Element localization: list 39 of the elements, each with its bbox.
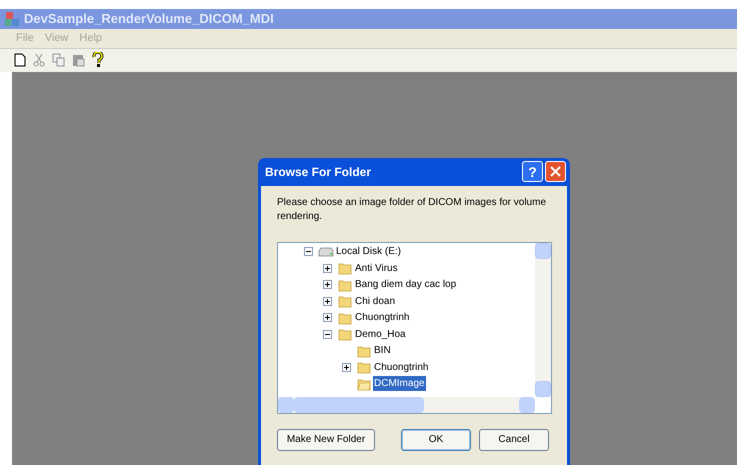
dialog-button[interactable]: Cancel: [479, 428, 549, 450]
close-icon: [550, 166, 561, 177]
folder-icon: [338, 278, 352, 292]
collapse-box[interactable]: [323, 330, 332, 339]
help-button[interactable]: ?: [522, 161, 543, 182]
dialog-button[interactable]: OK: [401, 428, 471, 450]
folder-icon: [357, 376, 371, 391]
new-document-icon[interactable]: [14, 53, 26, 67]
tree-item[interactable]: Chi doan: [354, 294, 396, 309]
help-icon[interactable]: [92, 52, 104, 68]
expand-box[interactable]: [323, 313, 332, 322]
folder-icon: [357, 344, 371, 358]
folder-icon: [338, 310, 352, 325]
tree-item[interactable]: Anti Virus: [354, 260, 399, 276]
tree-item[interactable]: Chuongtrinh: [373, 360, 430, 375]
instruction-text: Please choose an image folder of DICOM images for volume rendering.: [277, 196, 547, 224]
expand-box[interactable]: [323, 296, 332, 306]
expand-box[interactable]: [342, 362, 351, 372]
tree-item[interactable]: Chuongtrinh: [354, 310, 410, 326]
tree-item[interactable]: Demo_Hoa: [354, 326, 407, 342]
folder-icon: [338, 261, 352, 276]
expand-box[interactable]: [323, 264, 332, 273]
tree-item[interactable]: BIN: [373, 343, 392, 358]
tree-item[interactable]: DCMImage: [373, 376, 426, 392]
folder-icon: [357, 360, 371, 374]
window-title: DevSample_RenderVolume_DICOM_MDI: [24, 10, 274, 28]
folder-icon: [338, 294, 352, 308]
dialog-title: Browse For Folder: [265, 164, 372, 180]
dialog-button[interactable]: Make New Folder: [277, 428, 375, 450]
expand-box[interactable]: [323, 280, 332, 290]
folder-icon: [338, 327, 352, 342]
collapse-box[interactable]: [304, 247, 313, 256]
tree-item[interactable]: Local Disk (E:): [335, 244, 402, 260]
vertical-scrollbar[interactable]: [535, 242, 551, 396]
tree-item[interactable]: Bang diem day cac lop: [354, 277, 458, 292]
horizontal-scrollbar[interactable]: [278, 396, 535, 412]
close-button[interactable]: [545, 161, 566, 182]
drive-icon: [318, 246, 334, 257]
app-icon: [4, 10, 20, 27]
